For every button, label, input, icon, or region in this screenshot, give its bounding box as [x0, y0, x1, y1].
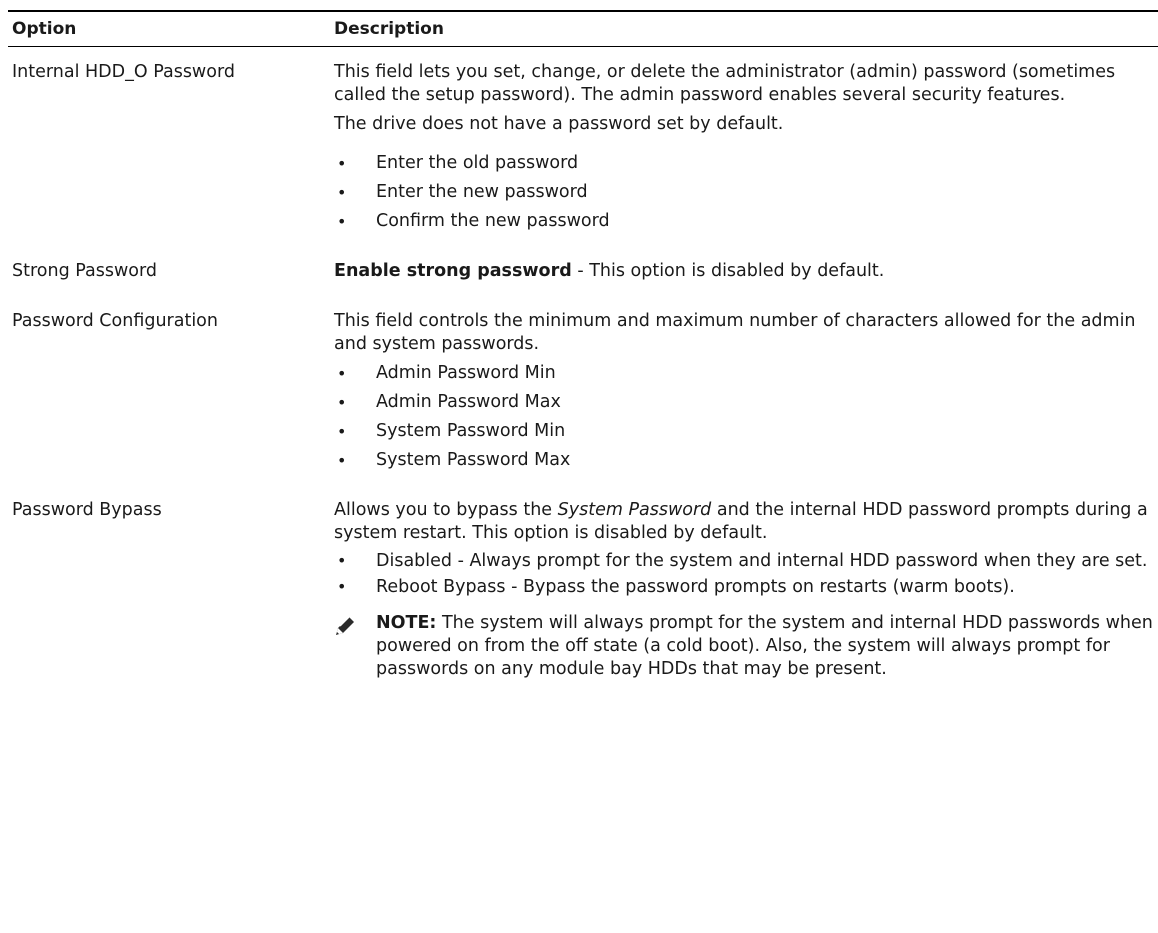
option-description: This field lets you set, change, or dele…: [334, 61, 1158, 233]
list-item: • System Password Max: [337, 450, 571, 470]
bullet-icon: •: [337, 422, 347, 441]
bold-lead: Enable strong password: [334, 261, 572, 281]
description-paragraph: This field lets you set, change, or dele…: [334, 62, 1116, 105]
list-item: • Admin Password Max: [337, 392, 561, 412]
table-header-rule: [8, 46, 1158, 47]
list-item: • Admin Password Min: [337, 363, 556, 383]
bullet-icon: •: [337, 364, 347, 383]
bullet-icon: •: [337, 183, 347, 202]
option-name: Password Bypass: [12, 500, 162, 520]
note-label: NOTE:: [376, 613, 437, 633]
bullet-icon: •: [337, 154, 347, 173]
bullet-list: • Disabled - Always prompt for the system…: [334, 551, 1158, 597]
option-description: Enable strong password - This option is …: [334, 260, 1158, 283]
bullet-icon: •: [337, 393, 347, 412]
option-name: Password Configuration: [12, 311, 218, 331]
description-paragraph: Allows you to bypass the System Password…: [334, 500, 1148, 543]
table-header-row: Option Description: [8, 12, 1158, 46]
table-row: Password Bypass Allows you to bypass the…: [8, 499, 1158, 681]
description-paragraph: The drive does not have a password set b…: [334, 114, 784, 134]
header-option: Option: [12, 19, 77, 39]
table-row: Internal HDD_O Password This field lets …: [8, 61, 1158, 233]
emphasis: System Password: [557, 500, 712, 520]
bullet-list: • Enter the old password • Enter the new p…: [334, 152, 1158, 233]
list-item: • System Password Min: [337, 421, 566, 441]
table-row: Strong Password Enable strong password -…: [8, 260, 1158, 283]
note-block: NOTE: The system will always prompt for …: [334, 612, 1158, 681]
note-text: NOTE: The system will always prompt for …: [376, 613, 1153, 679]
bullet-icon: •: [337, 577, 347, 596]
table-row: Password Configuration This field contro…: [8, 310, 1158, 472]
description-paragraph: This field controls the minimum and maxi…: [334, 311, 1136, 354]
options-table: Option Description Internal HDD_O Passwo…: [8, 10, 1158, 681]
list-item: • Reboot Bypass - Bypass the password pro…: [337, 577, 1015, 597]
list-item: • Enter the old password: [337, 153, 579, 173]
header-description: Description: [334, 19, 444, 39]
bullet-icon: •: [337, 451, 347, 470]
list-item: • Confirm the new password: [337, 211, 610, 231]
bullet-list: • Admin Password Min • Admin Password Max …: [334, 362, 1158, 472]
bullet-icon: •: [337, 212, 347, 231]
description-text: - This option is disabled by default.: [571, 261, 885, 281]
list-item: • Enter the new password: [337, 182, 588, 202]
bullet-icon: •: [337, 551, 347, 570]
option-name: Strong Password: [12, 261, 157, 281]
list-item: • Disabled - Always prompt for the system…: [337, 551, 1148, 571]
option-description: Allows you to bypass the System Password…: [334, 499, 1158, 681]
option-name: Internal HDD_O Password: [12, 62, 235, 82]
option-description: This field controls the minimum and maxi…: [334, 310, 1158, 472]
pencil-icon: [334, 612, 376, 681]
